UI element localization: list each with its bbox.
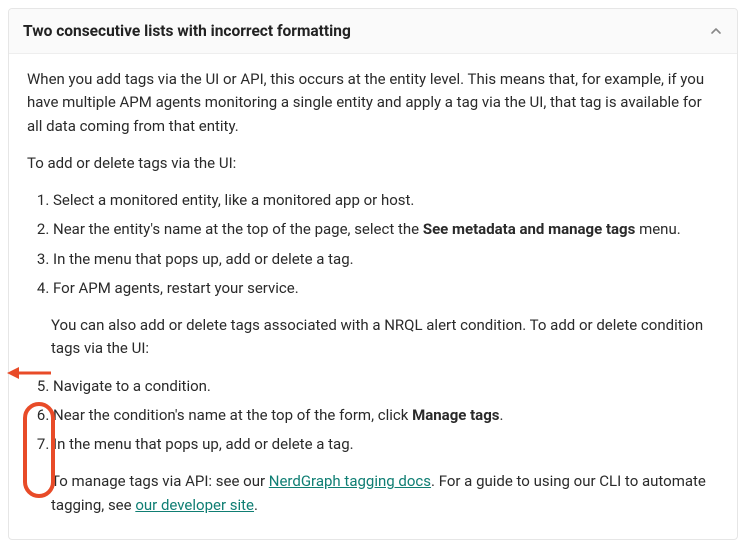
developer-site-link[interactable]: our developer site [135,496,254,514]
step-suffix: menu. [635,220,680,238]
footer-paragraph: To manage tags via API: see our NerdGrap… [51,470,719,517]
panel-body: When you add tags via the UI or API, thi… [9,54,737,539]
list-item: Navigate to a condition. [53,375,719,398]
step-text: For APM agents, restart your service. [53,279,299,297]
step-suffix: . [499,406,503,424]
step-text: In the menu that pops up, add or delete … [53,435,354,453]
list-item: For APM agents, restart your service. [53,277,719,300]
step-text: Navigate to a condition. [53,377,211,395]
steps-list: Select a monitored entity, like a monito… [27,189,719,300]
footer-pre: To manage tags via API: see our [51,472,269,490]
step-bold: Manage tags [412,406,499,424]
accordion-panel: Two consecutive lists with incorrect for… [8,8,738,540]
nrql-steps-list: Navigate to a condition. Near the condit… [27,375,719,457]
chevron-up-icon [709,24,723,38]
step-text: Select a monitored entity, like a monito… [53,191,414,209]
list-item: In the menu that pops up, add or delete … [53,248,719,271]
nrql-lead: You can also add or delete tags associat… [51,314,719,361]
add-delete-lead: To add or delete tags via the UI: [27,152,719,175]
step-text: In the menu that pops up, add or delete … [53,250,354,268]
list-item: Select a monitored entity, like a monito… [53,189,719,212]
panel-header[interactable]: Two consecutive lists with incorrect for… [9,9,737,54]
footer-end: . [254,496,258,514]
intro-paragraph: When you add tags via the UI or API, thi… [27,68,719,138]
list-item: Near the condition's name at the top of … [53,404,719,427]
list-item: Near the entity's name at the top of the… [53,218,719,241]
list-item: In the menu that pops up, add or delete … [53,433,719,456]
step-bold: See metadata and manage tags [423,220,636,238]
step-text: Near the entity's name at the top of the… [53,220,423,238]
nerdgraph-link[interactable]: NerdGraph tagging docs [269,472,431,490]
panel-title: Two consecutive lists with incorrect for… [23,19,351,43]
step-text: Near the condition's name at the top of … [53,406,412,424]
